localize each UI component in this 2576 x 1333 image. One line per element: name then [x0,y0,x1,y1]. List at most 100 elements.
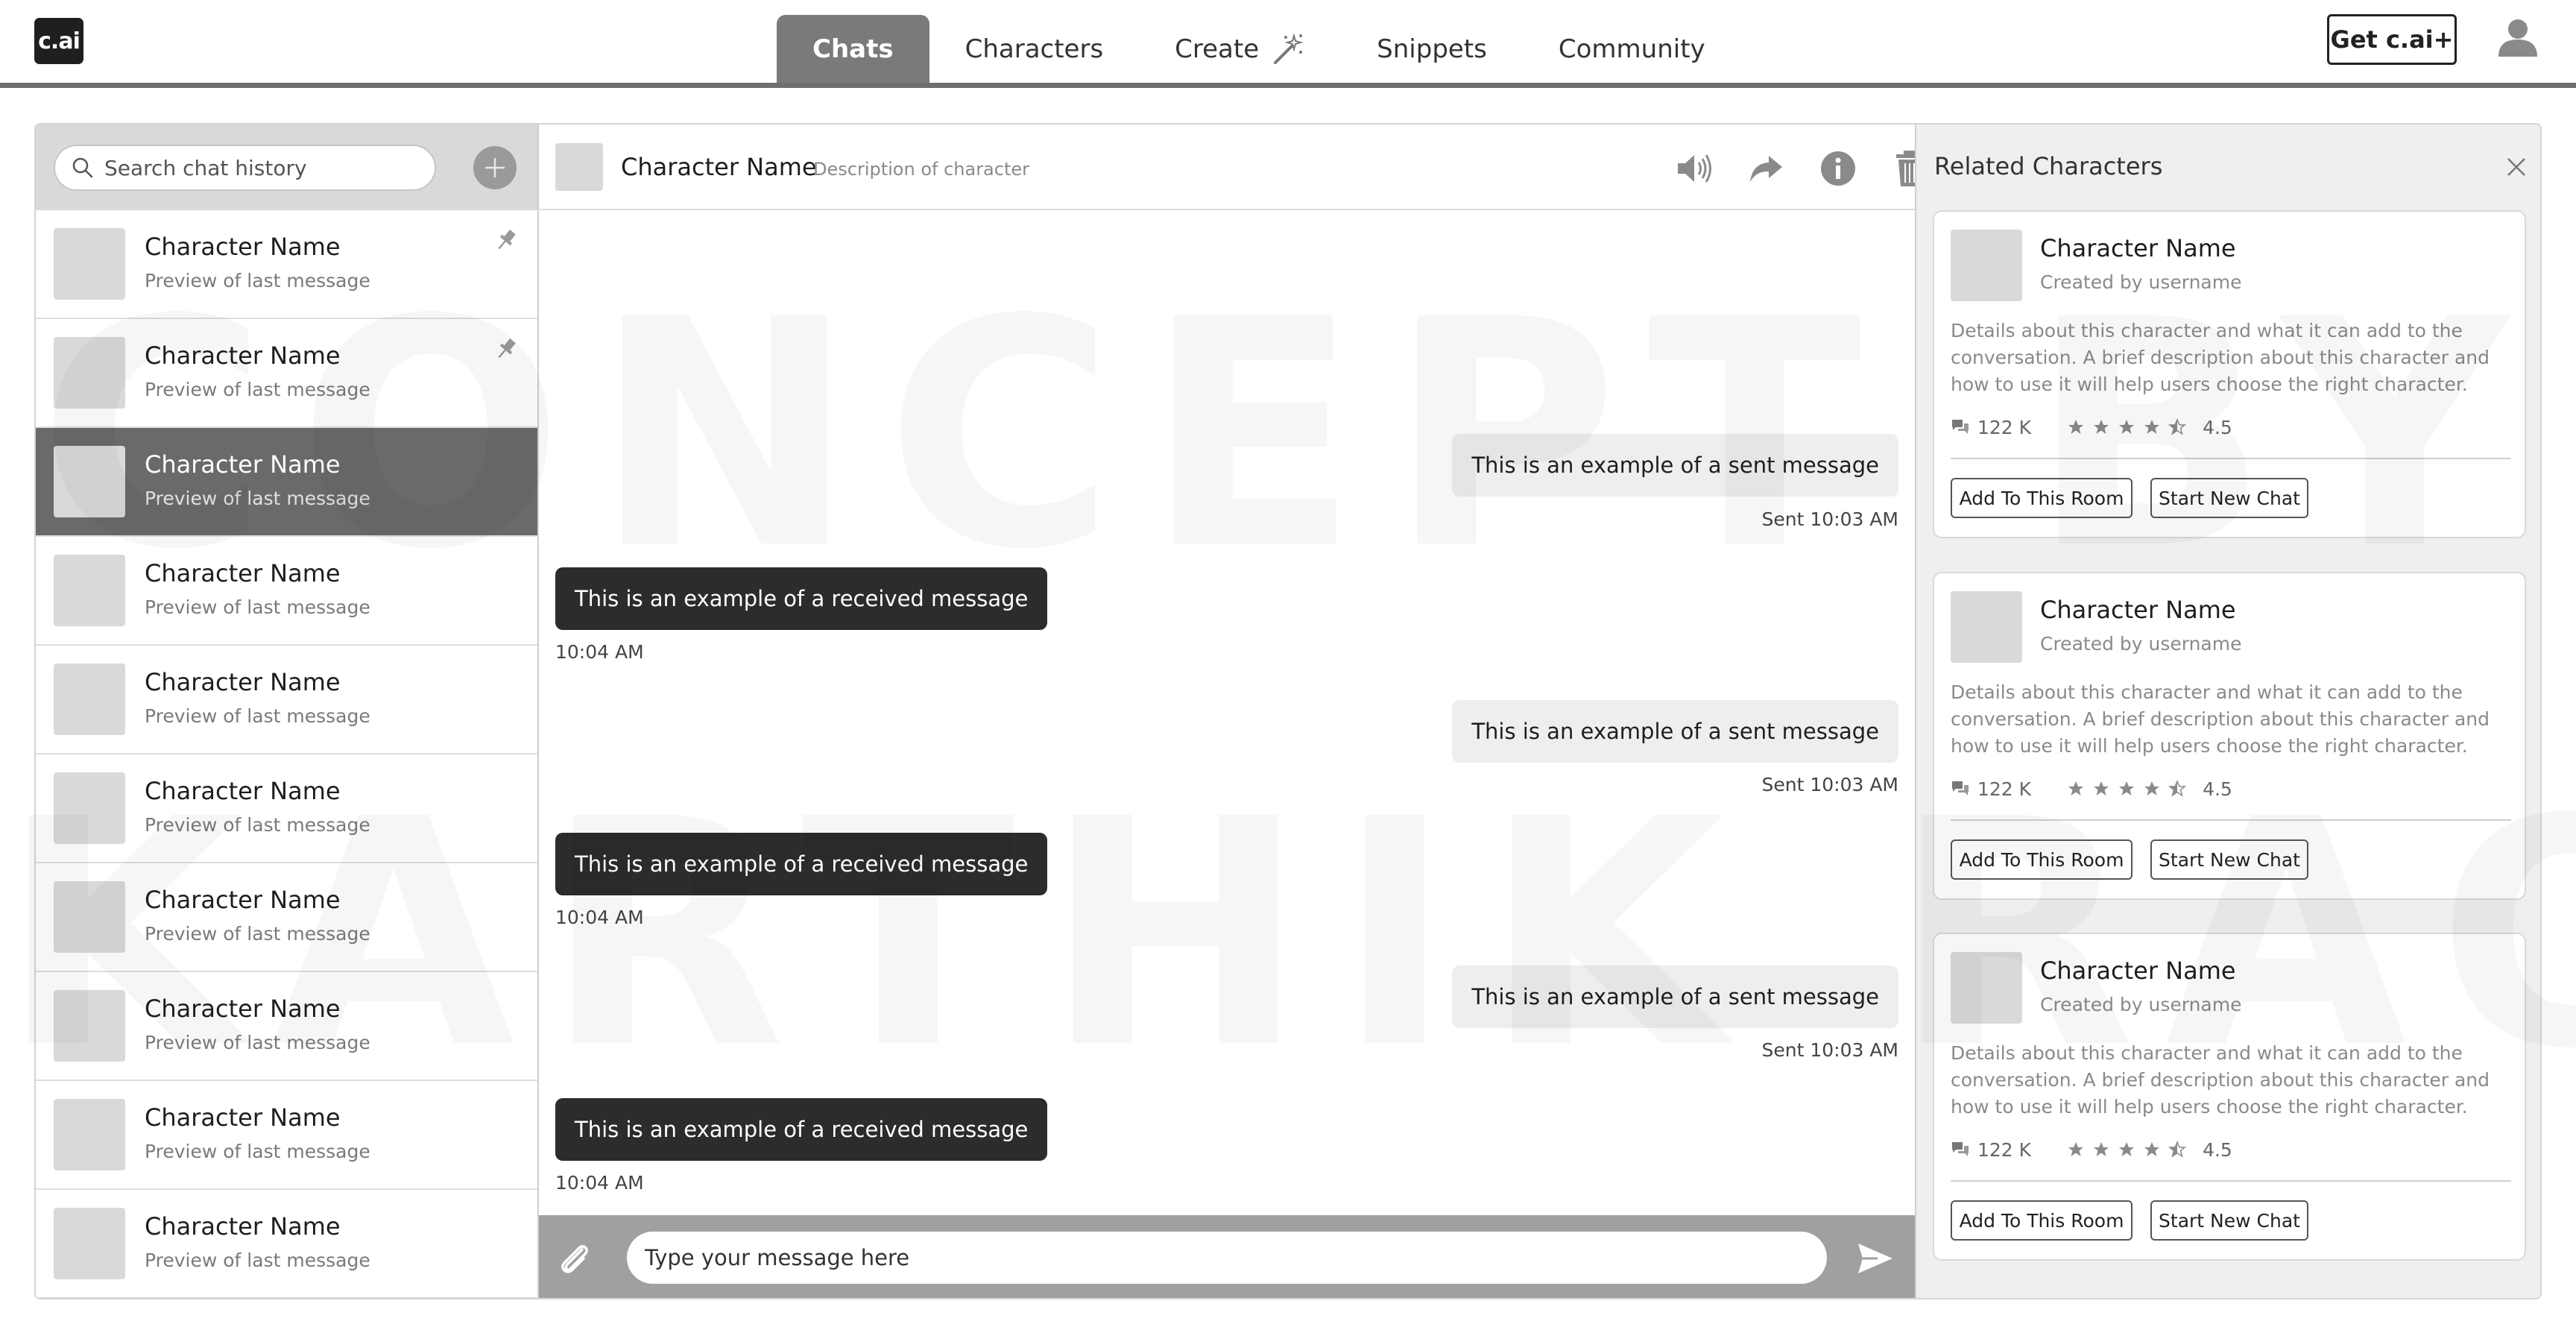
character-card[interactable]: Character Name Created by username Detai… [1933,933,2526,1261]
character-creator: Created by username [2040,271,2242,293]
star-rating [2067,1141,2194,1159]
magic-wand-icon [1274,32,1304,64]
message-input-box[interactable] [627,1232,1827,1284]
get-cai-plus-button[interactable]: Get c.ai+ [2327,14,2457,65]
tab-characters[interactable]: Characters [929,15,1140,83]
chat-count: 122 K [1977,416,2032,438]
new-chat-button[interactable] [473,146,517,189]
add-to-room-button[interactable]: Add To This Room [1951,839,2133,880]
message-timestamp: 10:04 AM [555,907,644,928]
chat-list-item-active[interactable]: Character Name Preview of last message [36,428,537,537]
add-to-room-button[interactable]: Add To This Room [1951,1200,2133,1241]
pin-icon[interactable] [493,335,520,362]
rating-value: 4.5 [2203,416,2232,438]
chat-item-preview: Preview of last message [145,923,370,945]
avatar [54,228,125,300]
chat-list-item[interactable]: Character Name Preview of last message [36,972,537,1081]
star-icon [2144,781,2160,795]
chat-list-item[interactable]: Character Name Preview of last message [36,1190,537,1298]
sent-message[interactable]: This is an example of a sent message [1452,965,1898,1028]
character-details: Details about this character and what it… [1951,681,2490,757]
search-input[interactable] [104,155,417,180]
message-timestamp: Sent 10:03 AM [1761,774,1898,795]
start-new-chat-button[interactable]: Start New Chat [2150,1200,2308,1241]
related-title: Related Characters [1934,152,2163,180]
speaker-icon[interactable] [1673,148,1714,189]
chat-bubbles-icon [1952,781,1969,795]
divider [1951,819,2511,821]
close-icon[interactable] [2504,154,2529,180]
chat-item-name: Character Name [145,777,341,805]
avatar [54,664,125,735]
avatar [1951,230,2022,301]
tab-create-label: Create [1175,34,1260,64]
star-icon [2094,420,2109,434]
chat-list-item[interactable]: Character Name Preview of last message [36,1081,537,1190]
tab-community[interactable]: Community [1523,15,1741,83]
sent-message[interactable]: This is an example of a sent message [1452,434,1898,497]
send-icon[interactable] [1854,1238,1895,1279]
received-message[interactable]: This is an example of a received message [555,567,1048,630]
message-list: This is an example of a sent message Sen… [539,210,1915,1215]
star-icon [2068,1142,2084,1156]
received-message[interactable]: This is an example of a received message [555,833,1048,895]
chat-item-preview: Preview of last message [145,705,370,727]
tab-create[interactable]: Create [1139,15,1341,83]
search-icon [72,157,93,178]
half-star-icon [2168,780,2187,797]
chat-count: 122 K [1977,1138,2032,1161]
character-stats: 122 K 4.5 [1951,415,2232,440]
paperclip-icon[interactable] [554,1238,596,1279]
chat-list-item[interactable]: Character Name Preview of last message [36,537,537,646]
app-container: Character Name Preview of last message C… [34,123,2542,1299]
star-icon [2068,420,2084,434]
plus-icon [485,158,505,177]
star-icon [2144,420,2160,434]
tab-chats[interactable]: Chats [777,15,929,83]
chat-header-name: Character Name [621,153,817,181]
chat-item-name: Character Name [145,668,341,696]
user-profile-icon[interactable] [2497,16,2539,58]
pin-icon[interactable] [493,227,520,253]
avatar [555,143,603,191]
chat-bubbles-icon [1952,420,1969,434]
main-nav: Chats Characters Create Snippets Communi… [777,15,1741,83]
start-new-chat-button[interactable]: Start New Chat [2150,478,2308,518]
start-new-chat-button[interactable]: Start New Chat [2150,839,2308,880]
avatar [54,337,125,409]
tab-snippets[interactable]: Snippets [1341,15,1523,83]
sent-message[interactable]: This is an example of a sent message [1452,700,1898,763]
chat-list-item[interactable]: Character Name Preview of last message [36,863,537,972]
avatar [54,555,125,626]
chat-list-item[interactable]: Character Name Preview of last message [36,210,537,319]
chat-item-name: Character Name [145,1212,341,1241]
chat-item-preview: Preview of last message [145,1141,370,1162]
chat-count: 122 K [1977,778,2032,800]
avatar [54,881,125,953]
character-name: Character Name [2040,234,2236,262]
message-input[interactable] [645,1245,1808,1270]
star-rating [2067,418,2194,436]
share-icon[interactable] [1746,148,1787,189]
character-stats: 122 K 4.5 [1951,776,2232,801]
chat-list-item[interactable]: Character Name Preview of last message [36,319,537,428]
chat-list-item[interactable]: Character Name Preview of last message [36,754,537,863]
character-card[interactable]: Character Name Created by username Detai… [1933,210,2526,538]
divider [1951,458,2511,459]
chat-list: Character Name Preview of last message C… [36,210,537,1298]
character-name: Character Name [2040,957,2236,985]
character-creator: Created by username [2040,994,2242,1015]
chat-item-preview: Preview of last message [145,488,370,509]
add-to-room-button[interactable]: Add To This Room [1951,478,2133,518]
chat-panel: Character Name Description of character [539,125,1923,1298]
chat-header: Character Name Description of character [539,125,1923,210]
info-icon[interactable] [1818,148,1858,189]
chat-item-preview: Preview of last message [145,1032,370,1053]
received-message[interactable]: This is an example of a received message [555,1098,1048,1161]
search-box[interactable] [54,145,436,191]
app-logo[interactable]: c.ai [34,18,83,64]
chat-list-item[interactable]: Character Name Preview of last message [36,646,537,754]
divider [1951,1180,2511,1182]
half-star-icon [2168,418,2187,435]
character-card[interactable]: Character Name Created by username Detai… [1933,572,2526,900]
